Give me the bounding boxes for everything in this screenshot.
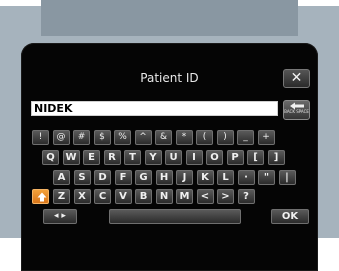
- key-letter[interactable]: X: [73, 189, 91, 204]
- key-symbol[interactable]: %: [114, 130, 131, 145]
- ok-button[interactable]: OK: [271, 209, 309, 224]
- key-symbol[interactable]: _: [237, 130, 254, 145]
- key-letter[interactable]: ": [258, 170, 275, 185]
- background-tab: [41, 0, 298, 36]
- key-letter[interactable]: O: [206, 150, 223, 165]
- key-symbol[interactable]: (: [196, 130, 213, 145]
- key-letter[interactable]: J: [176, 170, 193, 185]
- key-letter[interactable]: [: [247, 150, 264, 165]
- shift-up-arrow-icon: [37, 192, 47, 202]
- shift-key[interactable]: [32, 189, 49, 204]
- backspace-label: BACK SPACE: [284, 109, 309, 114]
- key-letter[interactable]: M: [176, 189, 193, 204]
- key-letter[interactable]: G: [135, 170, 152, 185]
- key-symbol[interactable]: @: [52, 130, 70, 145]
- patient-id-input[interactable]: NIDEK: [31, 101, 278, 116]
- key-letter[interactable]: Z: [53, 189, 70, 204]
- key-letter[interactable]: ·: [237, 170, 255, 185]
- key-letter[interactable]: L: [217, 170, 234, 185]
- key-letter[interactable]: W: [62, 150, 80, 165]
- key-letter[interactable]: I: [185, 150, 203, 165]
- key-symbol[interactable]: ^: [134, 130, 152, 145]
- key-letter[interactable]: Y: [144, 150, 162, 165]
- key-letter[interactable]: |: [278, 170, 296, 185]
- key-letter[interactable]: A: [53, 170, 70, 185]
- key-letter[interactable]: >: [217, 189, 234, 204]
- cursor-arrows-key[interactable]: ◂ ▸: [43, 209, 77, 224]
- key-symbol[interactable]: #: [73, 130, 90, 145]
- backspace-button[interactable]: BACK SPACE: [283, 100, 310, 120]
- key-letter[interactable]: H: [155, 170, 173, 185]
- key-letter[interactable]: N: [155, 189, 173, 204]
- key-symbol[interactable]: ): [216, 130, 234, 145]
- dialog-title: Patient ID: [140, 71, 199, 85]
- key-letter[interactable]: K: [196, 170, 214, 185]
- key-letter[interactable]: E: [83, 150, 100, 165]
- key-letter[interactable]: F: [114, 170, 132, 185]
- key-letter[interactable]: <: [196, 189, 214, 204]
- key-letter[interactable]: B: [135, 189, 152, 204]
- key-letter[interactable]: ]: [267, 150, 285, 165]
- key-letter[interactable]: C: [94, 189, 111, 204]
- key-letter[interactable]: Q: [42, 150, 59, 165]
- key-symbol[interactable]: *: [175, 130, 193, 145]
- key-letter[interactable]: U: [165, 150, 182, 165]
- key-letter[interactable]: D: [94, 170, 111, 185]
- keyboard-dialog: Patient ID ✕ NIDEK BACK SPACE ! @ # $% ^ & *()…: [21, 43, 318, 271]
- key-letter[interactable]: P: [226, 150, 244, 165]
- key-symbol[interactable]: +: [257, 130, 275, 145]
- key-letter[interactable]: T: [124, 150, 141, 165]
- key-symbol[interactable]: &: [155, 130, 172, 145]
- key-letter[interactable]: V: [114, 189, 132, 204]
- close-button[interactable]: ✕: [283, 69, 310, 88]
- key-symbol[interactable]: !: [32, 130, 49, 145]
- key-letter[interactable]: ?: [237, 189, 255, 204]
- key-symbol[interactable]: $: [93, 130, 111, 145]
- space-key[interactable]: [109, 209, 241, 224]
- key-letter[interactable]: S: [73, 170, 91, 185]
- key-letter[interactable]: R: [103, 150, 121, 165]
